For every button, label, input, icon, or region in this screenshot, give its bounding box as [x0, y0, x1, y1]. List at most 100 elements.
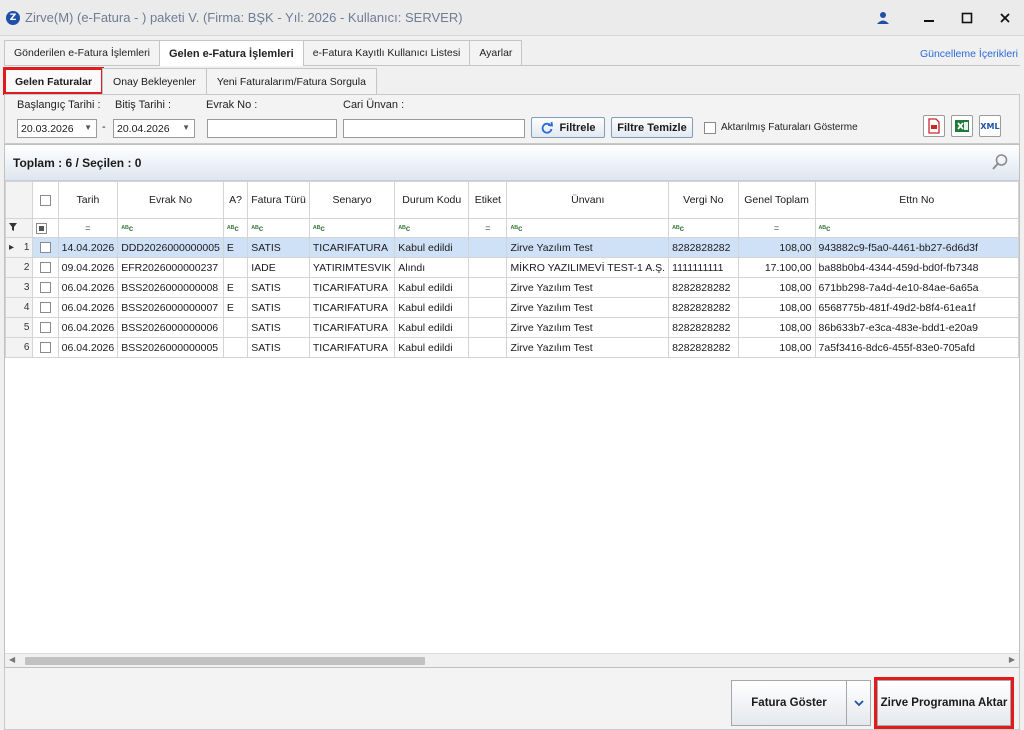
filter-cell-fatura-turu[interactable]: ᴬᴮc — [247, 218, 310, 238]
update-contents-link[interactable]: Güncelleme İçerikleri — [920, 48, 1018, 60]
show-invoice-button[interactable]: Fatura Göster — [731, 680, 847, 726]
row-checkbox[interactable] — [40, 242, 52, 254]
filter-cell-senaryo[interactable]: ᴬᴮc — [308, 218, 396, 238]
show-invoice-dropdown[interactable] — [847, 680, 871, 726]
select-all-checkbox[interactable] — [40, 194, 52, 206]
table-row[interactable]: ▸ 1 14.04.2026 DDD2026000000005 E SATIS TICAR… — [4, 237, 1020, 258]
filter-cell-unvani[interactable]: ᴬᴮc — [506, 218, 670, 238]
start-date-label: Başlangıç Tarihi : — [17, 99, 101, 111]
cell-senaryo: TICARIFATURA — [308, 317, 396, 338]
tab-gelen-faturalar[interactable]: Gelen Faturalar — [2, 67, 105, 95]
main-tabs: Gönderilen e-Fatura İşlemleri Gelen e-Fa… — [4, 40, 1020, 66]
filter-cell-genel-toplam[interactable]: = — [737, 218, 816, 238]
select-all-header[interactable] — [32, 181, 59, 219]
doc-no-label: Evrak No : — [206, 99, 258, 111]
cell-durum-kodu: Kabul edildi — [394, 237, 470, 258]
app-logo-icon: Z — [6, 10, 20, 25]
filter-cell-evrak-no[interactable]: ᴬᴮc — [117, 218, 224, 238]
pdf-icon[interactable] — [923, 115, 945, 137]
scroll-right-icon[interactable]: ▶ — [1009, 655, 1015, 664]
cari-input[interactable] — [343, 119, 525, 138]
start-date-picker[interactable]: 20.03.2026 ▼ — [17, 119, 97, 138]
doc-no-input[interactable] — [207, 119, 337, 138]
row-checkbox[interactable] — [40, 322, 52, 334]
cell-genel-toplam: 108,00 — [737, 317, 816, 338]
excel-icon[interactable] — [951, 115, 973, 137]
filter-button[interactable]: Filtrele — [531, 117, 605, 138]
table-row[interactable]: 4 06.04.2026 BSS2026000000007 E SATIS TICARIF… — [4, 297, 1020, 318]
clear-filter-button[interactable]: Filtre Temizle — [611, 117, 693, 138]
cell-durum-kodu: Kabul edildi — [394, 277, 470, 298]
search-icon[interactable] — [991, 153, 1009, 171]
text-filter-icon: ᴬᴮc — [672, 224, 685, 233]
table-row[interactable]: 5 06.04.2026 BSS2026000000006 SATIS TICARIFA… — [4, 317, 1020, 338]
table-row[interactable]: 2 09.04.2026 EFR2026000000237 IADE YATIRIMTE… — [4, 257, 1020, 278]
col-header-fatura-turu[interactable]: Fatura Türü — [247, 181, 310, 219]
filter-cell-vergi-no[interactable]: ᴬᴮc — [668, 218, 739, 238]
show-transferred-checkbox[interactable] — [704, 122, 716, 134]
filter-cell-a[interactable]: ᴬᴮc — [222, 218, 249, 238]
transfer-to-zirve-button[interactable]: Zirve Programına Aktar — [874, 677, 1014, 729]
row-checkbox[interactable] — [40, 342, 52, 354]
row-checkbox-cell[interactable] — [32, 277, 59, 298]
close-button[interactable] — [986, 0, 1024, 36]
col-header-ettn-no[interactable]: Ettn No — [814, 181, 1020, 219]
filter-cell-tarih[interactable]: = — [57, 218, 119, 238]
horizontal-scrollbar[interactable]: ◀ ▶ — [5, 653, 1019, 667]
cell-tarih: 14.04.2026 — [57, 237, 119, 258]
window-controls — [870, 0, 1024, 36]
filter-cell-durum-kodu[interactable]: ᴬᴮc — [394, 218, 470, 238]
col-header-etiket[interactable]: Etiket — [468, 181, 508, 219]
row-checkbox[interactable] — [40, 302, 52, 314]
col-header-senaryo[interactable]: Senaryo — [308, 181, 396, 219]
tab-onay-bekleyenler[interactable]: Onay Bekleyenler — [102, 68, 207, 94]
cell-etiket — [468, 337, 508, 358]
refresh-icon — [542, 121, 554, 134]
row-number-value: 5 — [23, 322, 30, 333]
end-date-picker[interactable]: 20.04.2026 ▼ — [113, 119, 195, 138]
scroll-left-icon[interactable]: ◀ — [9, 655, 15, 664]
tab-gelen[interactable]: Gelen e-Fatura İşlemleri — [158, 40, 304, 66]
maximize-button[interactable] — [948, 0, 986, 36]
row-checkbox-cell[interactable] — [32, 237, 59, 258]
text-filter-icon: ᴬᴮc — [818, 224, 831, 233]
scrollbar-thumb[interactable] — [25, 657, 425, 665]
row-checkbox-cell[interactable] — [32, 257, 59, 278]
filter-checkbox-cell[interactable] — [32, 218, 59, 238]
user-icon[interactable] — [870, 8, 896, 28]
tab-kayitli-kullanici[interactable]: e-Fatura Kayıtlı Kullanıcı Listesi — [302, 40, 471, 65]
col-header-genel-toplam[interactable]: Genel Toplam — [737, 181, 816, 219]
minimize-button[interactable] — [910, 0, 948, 36]
col-header-a[interactable]: A? — [222, 181, 249, 219]
row-checkbox[interactable] — [40, 262, 52, 274]
filter-cell-etiket[interactable]: = — [468, 218, 508, 238]
cell-ettn-no: ba88b0b4-4344-459d-bd0f-fb7348 — [814, 257, 1020, 278]
row-checkbox[interactable] — [40, 282, 52, 294]
tab-yeni-faturalarim[interactable]: Yeni Faturalarım/Fatura Sorgula — [205, 68, 377, 94]
row-checkbox-cell[interactable] — [32, 337, 59, 358]
tab-gonderilen[interactable]: Gönderilen e-Fatura İşlemleri — [4, 40, 160, 65]
filter-row-indicator — [4, 218, 34, 238]
cell-fatura-turu: SATIS — [247, 317, 310, 338]
tab-ayarlar[interactable]: Ayarlar — [469, 40, 523, 65]
table-row[interactable]: 3 06.04.2026 BSS2026000000008 E SATIS TICARIF… — [4, 277, 1020, 298]
table-row[interactable]: 6 06.04.2026 BSS2026000000005 SATIS TICARIFA… — [4, 337, 1020, 358]
end-date-label: Bitiş Tarihi : — [115, 99, 172, 111]
xml-icon[interactable]: XML — [979, 115, 1001, 137]
col-header-durum-kodu[interactable]: Durum Kodu — [394, 181, 470, 219]
row-checkbox-cell[interactable] — [32, 297, 59, 318]
row-checkbox-cell[interactable] — [32, 317, 59, 338]
col-header-tarih[interactable]: Tarih — [57, 181, 119, 219]
cell-vergi-no: 1111111111 — [668, 257, 739, 278]
cell-etiket — [468, 237, 508, 258]
filter-cell-ettn-no[interactable]: ᴬᴮc — [814, 218, 1020, 238]
col-header-evrak-no[interactable]: Evrak No — [117, 181, 224, 219]
col-header-vergi-no[interactable]: Vergi No — [668, 181, 739, 219]
cell-genel-toplam: 108,00 — [737, 337, 816, 358]
cell-ettn-no: 7a5f3416-8dc6-455f-83e0-705afd — [814, 337, 1020, 358]
filter-checkbox[interactable] — [36, 222, 48, 234]
cell-vergi-no: 8282828282 — [668, 317, 739, 338]
cell-ettn-no: 6568775b-481f-49d2-b8f4-61ea1f — [814, 297, 1020, 318]
cell-genel-toplam: 108,00 — [737, 237, 816, 258]
col-header-unvani[interactable]: Ünvanı — [506, 181, 670, 219]
